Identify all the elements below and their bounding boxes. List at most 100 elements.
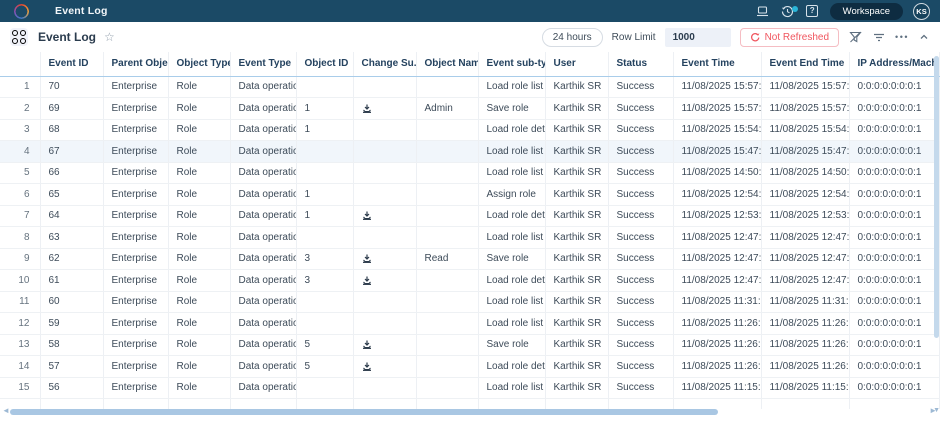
filter-lines-icon[interactable]: [872, 32, 886, 43]
table-row[interactable]: 566EnterpriseRoleData operationLoad role…: [0, 162, 940, 184]
history-icon[interactable]: [780, 4, 795, 19]
column-header[interactable]: Parent Obje...: [103, 52, 168, 76]
column-header[interactable]: Event sub-type: [478, 52, 545, 76]
cell-event-time: 11/08/2025 14:50:07: [673, 162, 761, 184]
cell-ip: 0:0:0:0:0:0:0:1: [849, 98, 940, 120]
cell-event-subtype: Load role list: [478, 227, 545, 249]
cell-object-name: [416, 119, 478, 141]
cell-event-subtype: Load role detail: [478, 119, 545, 141]
cell-event-subtype: Load role detail: [478, 356, 545, 378]
cell-event-type: Data operation: [230, 313, 296, 335]
download-icon[interactable]: [362, 276, 416, 285]
time-range-button[interactable]: 24 hours: [542, 28, 603, 47]
more-icon[interactable]: •••: [895, 32, 909, 42]
cell-object-id: [296, 76, 353, 98]
row-limit-input[interactable]: [665, 28, 731, 47]
cell-event-id: 56: [40, 377, 103, 399]
cell-event-id: 68: [40, 119, 103, 141]
table-row[interactable]: 368EnterpriseRoleData operation1Load rol…: [0, 119, 940, 141]
horizontal-scrollbar-thumb[interactable]: [10, 409, 718, 415]
table-row[interactable]: 1160EnterpriseRoleData operationLoad rol…: [0, 291, 940, 313]
column-header[interactable]: Event ID: [40, 52, 103, 76]
cell-event-id: 61: [40, 270, 103, 292]
cell-change-summary: [353, 227, 416, 249]
cell-object-id: [296, 377, 353, 399]
cell-status: Success: [608, 313, 673, 335]
cell-event-subtype: Load role list: [478, 313, 545, 335]
cell-object-id: [296, 227, 353, 249]
cell-event-end-time: 11/08/2025 15:54:11: [761, 119, 849, 141]
cell-ip: 0:0:0:0:0:0:0:1: [849, 141, 940, 163]
scroll-left-icon[interactable]: ◄: [2, 406, 10, 415]
avatar[interactable]: KS: [913, 3, 930, 20]
column-header[interactable]: Event Time: [673, 52, 761, 76]
cell-parent-object: Enterprise: [103, 76, 168, 98]
column-header[interactable]: IP Address/Machine...: [849, 52, 940, 76]
cell-event-time: 11/08/2025 11:15:16: [673, 377, 761, 399]
cell-event-time: 11/08/2025 15:47:17: [673, 141, 761, 163]
table-row[interactable]: 962EnterpriseRoleData operation3ReadSave…: [0, 248, 940, 270]
cell-event-time: 11/08/2025 15:54:11: [673, 119, 761, 141]
download-icon[interactable]: [362, 362, 416, 371]
cell-object-name: [416, 377, 478, 399]
cell-event-time: 11/08/2025 11:31:39: [673, 291, 761, 313]
cell-object-id: 1: [296, 119, 353, 141]
favorite-star-icon[interactable]: ☆: [104, 30, 115, 44]
cell-event-time: 11/08/2025 12:47:39: [673, 227, 761, 249]
filter-off-icon[interactable]: [848, 31, 863, 43]
help-icon[interactable]: ?: [805, 4, 820, 19]
cell-event-end-time: 11/08/2025 15:57:56: [761, 98, 849, 120]
download-icon[interactable]: [362, 211, 416, 220]
cell-status: Success: [608, 334, 673, 356]
cell-user: Karthik SR: [545, 291, 608, 313]
column-header[interactable]: Event Type: [230, 52, 296, 76]
table-row[interactable]: 1358EnterpriseRoleData operation5Save ro…: [0, 334, 940, 356]
download-icon[interactable]: [362, 340, 416, 349]
column-header[interactable]: Change Su...: [353, 52, 416, 76]
apps-grid-icon[interactable]: [10, 28, 28, 46]
table-row[interactable]: 764EnterpriseRoleData operation1Load rol…: [0, 205, 940, 227]
table-row[interactable]: 1259EnterpriseRoleData operationLoad rol…: [0, 313, 940, 335]
cell-change-summary: [353, 291, 416, 313]
cell-object-name: [416, 356, 478, 378]
download-icon[interactable]: [362, 254, 416, 263]
table-row[interactable]: 170EnterpriseRoleData operationLoad role…: [0, 76, 940, 98]
cell-event-end-time: 11/08/2025 11:26:15: [761, 334, 849, 356]
cell-object-type: Role: [168, 291, 230, 313]
column-header[interactable]: Status: [608, 52, 673, 76]
table-row[interactable]: 665EnterpriseRoleData operation1Assign r…: [0, 184, 940, 206]
table-row[interactable]: 863EnterpriseRoleData operationLoad role…: [0, 227, 940, 249]
column-header[interactable]: Object Type: [168, 52, 230, 76]
column-header[interactable]: Object Name: [416, 52, 478, 76]
download-icon[interactable]: [362, 104, 416, 113]
table-row[interactable]: 1457EnterpriseRoleData operation5Load ro…: [0, 356, 940, 378]
cell-parent-object: Enterprise: [103, 205, 168, 227]
table-row[interactable]: 1556EnterpriseRoleData operationLoad rol…: [0, 377, 940, 399]
cell-parent-object: Enterprise: [103, 313, 168, 335]
scroll-right-icon[interactable]: ►: [929, 406, 937, 415]
table-row-filler: [0, 399, 940, 409]
cell-event-end-time: 11/08/2025 12:47:39: [761, 248, 849, 270]
cell-ip: 0:0:0:0:0:0:0:1: [849, 291, 940, 313]
cell-user: Karthik SR: [545, 141, 608, 163]
cell-event-type: Data operation: [230, 334, 296, 356]
collapse-chevron-icon[interactable]: [918, 33, 930, 41]
app-logo-icon[interactable]: [14, 4, 29, 19]
cell-event-end-time: 11/08/2025 15:57:56: [761, 76, 849, 98]
cell-event-subtype: Assign role: [478, 184, 545, 206]
column-header[interactable]: User: [545, 52, 608, 76]
cell-change-summary: [353, 98, 416, 120]
cell-parent-object: Enterprise: [103, 227, 168, 249]
table-row[interactable]: 467EnterpriseRoleData operationLoad role…: [0, 141, 940, 163]
workspace-button[interactable]: Workspace: [830, 3, 903, 20]
table-row[interactable]: 269EnterpriseRoleData operation1AdminSav…: [0, 98, 940, 120]
vertical-scrollbar-thumb[interactable]: [934, 56, 939, 338]
cell-event-subtype: Save role: [478, 334, 545, 356]
laptop-icon[interactable]: [755, 4, 770, 19]
table-row[interactable]: 1061EnterpriseRoleData operation3Load ro…: [0, 270, 940, 292]
cell-status: Success: [608, 248, 673, 270]
column-header[interactable]: Object ID: [296, 52, 353, 76]
cell-event-end-time: 11/08/2025 12:53:53: [761, 205, 849, 227]
column-header[interactable]: Event End Time: [761, 52, 849, 76]
refresh-button[interactable]: Not Refreshed: [740, 28, 839, 47]
